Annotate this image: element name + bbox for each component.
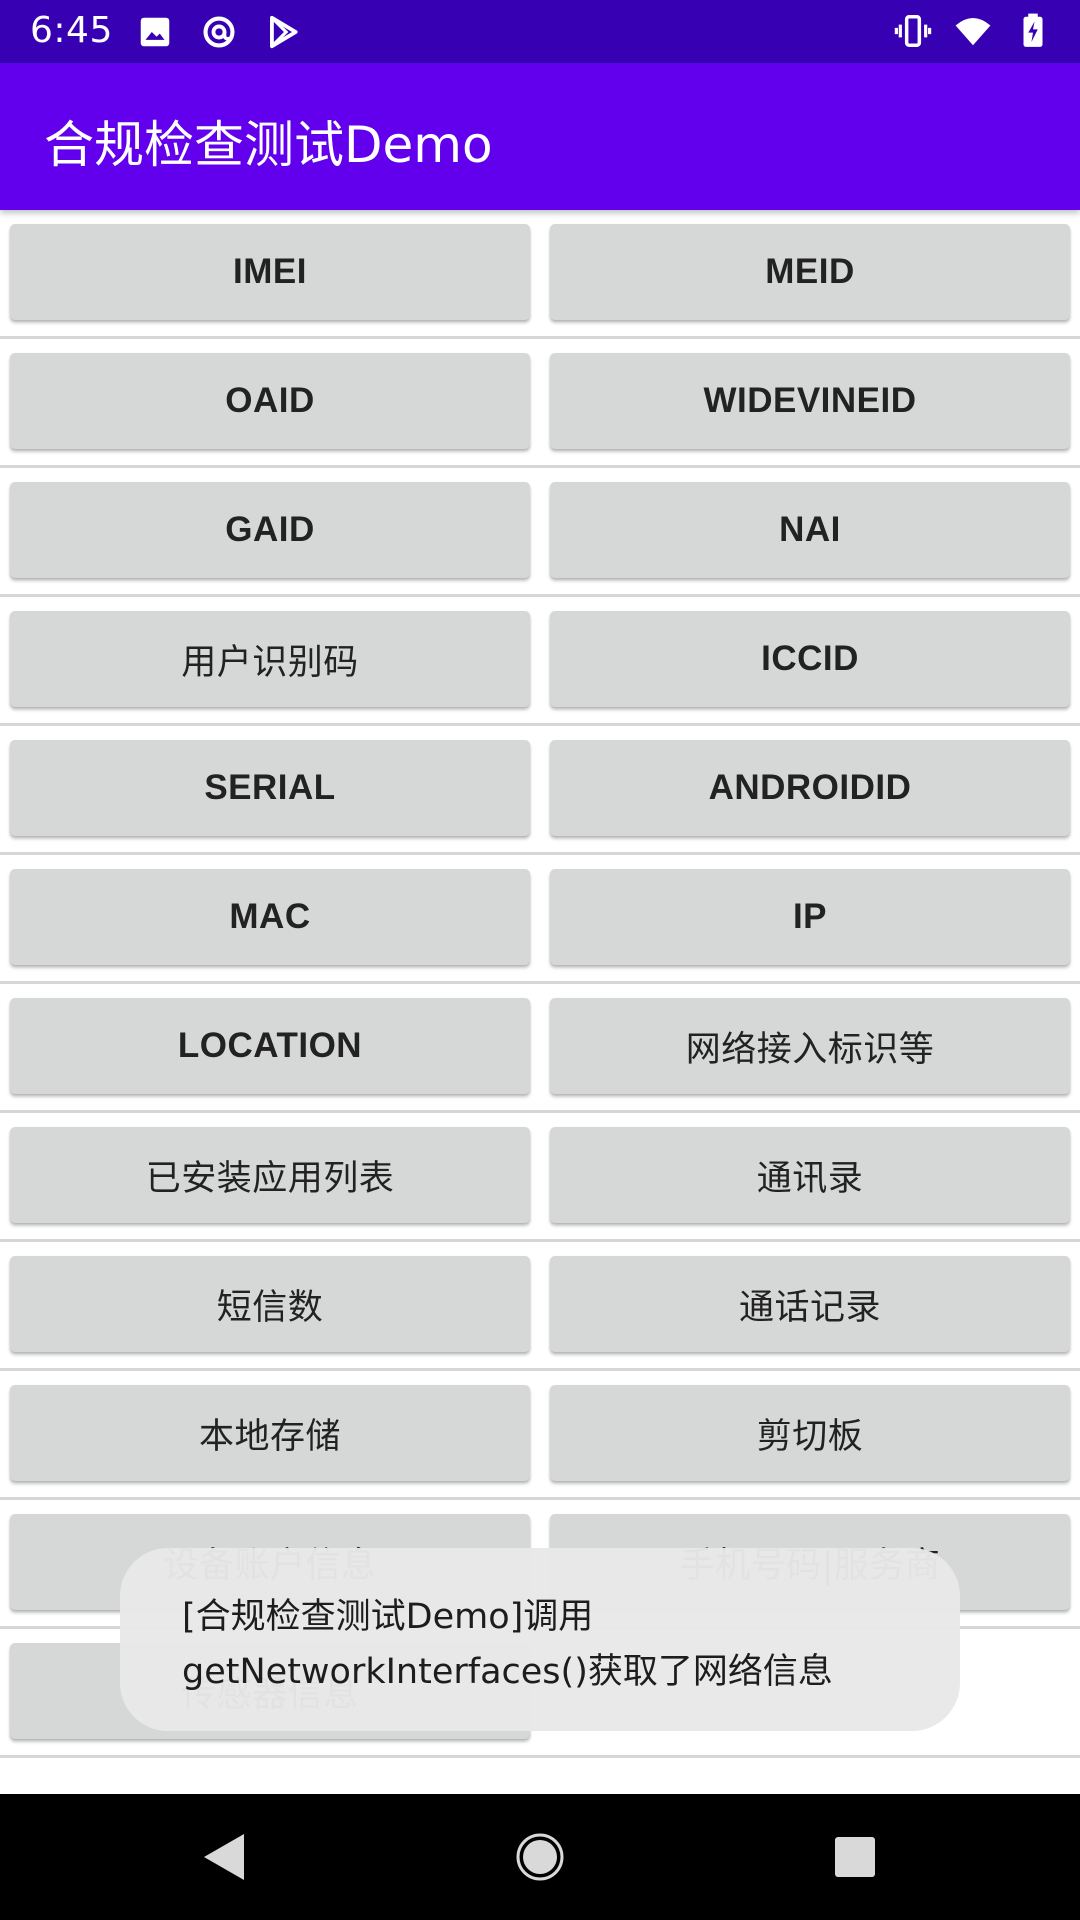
button-row: IMEI MEID bbox=[0, 210, 1080, 339]
iccid-button[interactable]: ICCID bbox=[550, 611, 1070, 707]
serial-button[interactable]: SERIAL bbox=[10, 740, 530, 836]
button-row: 本地存储 剪切板 bbox=[0, 1371, 1080, 1500]
imei-button[interactable]: IMEI bbox=[10, 224, 530, 320]
button-row: 短信数 通话记录 bbox=[0, 1242, 1080, 1371]
button-row: MAC IP bbox=[0, 855, 1080, 984]
toast-line-2: getNetworkInterfaces()获取了网络信息 bbox=[182, 1652, 833, 1692]
network-access-id-button[interactable]: 网络接入标识等 bbox=[550, 998, 1070, 1094]
recents-icon[interactable] bbox=[830, 1830, 882, 1884]
toast-message: [合规检查测试Demo]调用 getNetworkInterfaces()获取了… bbox=[120, 1548, 960, 1731]
button-row: 已安装应用列表 通讯录 bbox=[0, 1113, 1080, 1242]
button-row: OAID WIDEVINEID bbox=[0, 339, 1080, 468]
location-button[interactable]: LOCATION bbox=[10, 998, 530, 1094]
button-row: GAID NAI bbox=[0, 468, 1080, 597]
clipboard-button[interactable]: 剪切板 bbox=[550, 1385, 1070, 1481]
call-log-button[interactable]: 通话记录 bbox=[550, 1256, 1070, 1352]
app-bar: 合规检查测试Demo bbox=[0, 63, 1080, 210]
status-bar: 6:45 bbox=[0, 0, 1080, 63]
button-row: LOCATION 网络接入标识等 bbox=[0, 984, 1080, 1113]
button-row: 用户识别码 ICCID bbox=[0, 597, 1080, 726]
app-title: 合规检查测试Demo bbox=[44, 116, 493, 174]
gaid-button[interactable]: GAID bbox=[10, 482, 530, 578]
navigation-bar bbox=[0, 1794, 1080, 1920]
battery-charging-icon bbox=[1023, 13, 1043, 47]
back-icon[interactable] bbox=[198, 1830, 250, 1884]
button-list: IMEI MEID OAID WIDEVINEID GAID NAI 用户识别码… bbox=[0, 210, 1080, 1758]
local-storage-button[interactable]: 本地存储 bbox=[10, 1385, 530, 1481]
home-icon[interactable] bbox=[514, 1830, 566, 1884]
installed-apps-button[interactable]: 已安装应用列表 bbox=[10, 1127, 530, 1223]
androidid-button[interactable]: ANDROIDID bbox=[550, 740, 1070, 836]
toast-line-1: [合规检查测试Demo]调用 bbox=[182, 1597, 594, 1637]
meid-button[interactable]: MEID bbox=[550, 224, 1070, 320]
user-id-code-button[interactable]: 用户识别码 bbox=[10, 611, 530, 707]
contacts-button[interactable]: 通讯录 bbox=[550, 1127, 1070, 1223]
image-icon bbox=[140, 17, 170, 47]
wifi-icon bbox=[955, 17, 991, 46]
oaid-button[interactable]: OAID bbox=[10, 353, 530, 449]
nai-button[interactable]: NAI bbox=[550, 482, 1070, 578]
status-time: 6:45 bbox=[30, 10, 113, 51]
sms-button[interactable]: 短信数 bbox=[10, 1256, 530, 1352]
widevineid-button[interactable]: WIDEVINEID bbox=[550, 353, 1070, 449]
mac-button[interactable]: MAC bbox=[10, 869, 530, 965]
play-store-icon bbox=[270, 15, 298, 49]
vibrate-icon bbox=[894, 15, 932, 47]
at-sign-icon bbox=[203, 16, 235, 48]
button-row: SERIAL ANDROIDID bbox=[0, 726, 1080, 855]
ip-button[interactable]: IP bbox=[550, 869, 1070, 965]
